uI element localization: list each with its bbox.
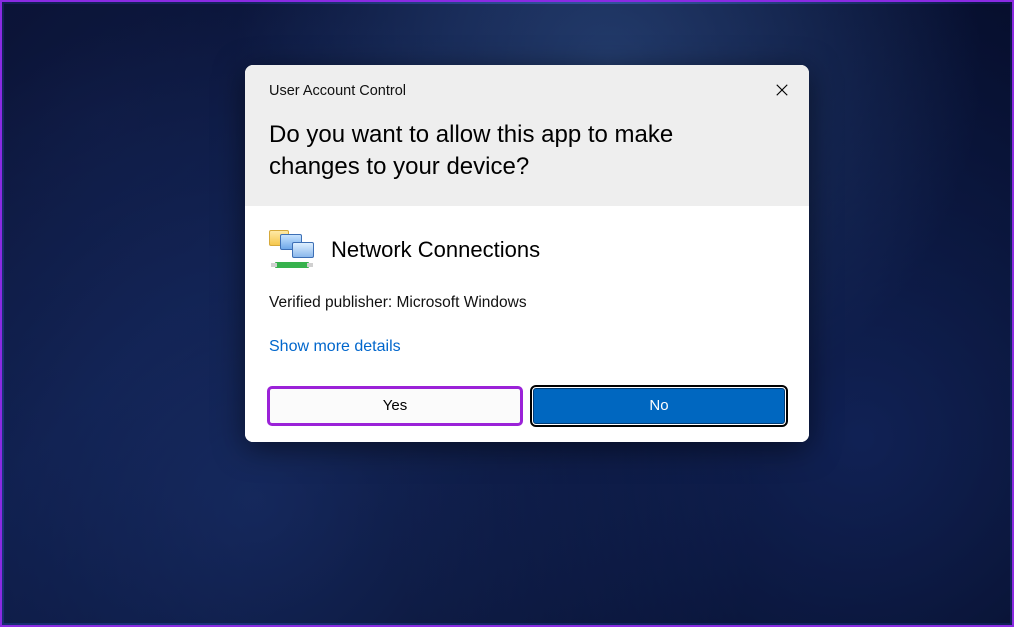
button-row: Yes No bbox=[269, 388, 785, 428]
close-button[interactable] bbox=[767, 75, 797, 105]
show-more-details-link[interactable]: Show more details bbox=[269, 338, 401, 356]
dialog-body: Network Connections Verified publisher: … bbox=[245, 206, 809, 442]
no-button[interactable]: No bbox=[533, 388, 785, 424]
app-row: Network Connections bbox=[269, 228, 785, 272]
uac-dialog: User Account Control Do you want to allo… bbox=[245, 65, 809, 442]
dialog-title: User Account Control bbox=[269, 83, 785, 99]
dialog-question: Do you want to allow this app to make ch… bbox=[269, 119, 749, 184]
network-connections-icon bbox=[269, 228, 313, 272]
yes-button[interactable]: Yes bbox=[269, 388, 521, 424]
publisher-line: Verified publisher: Microsoft Windows bbox=[269, 294, 785, 312]
close-icon bbox=[775, 83, 789, 97]
dialog-header: User Account Control Do you want to allo… bbox=[245, 65, 809, 206]
app-name: Network Connections bbox=[331, 237, 540, 263]
